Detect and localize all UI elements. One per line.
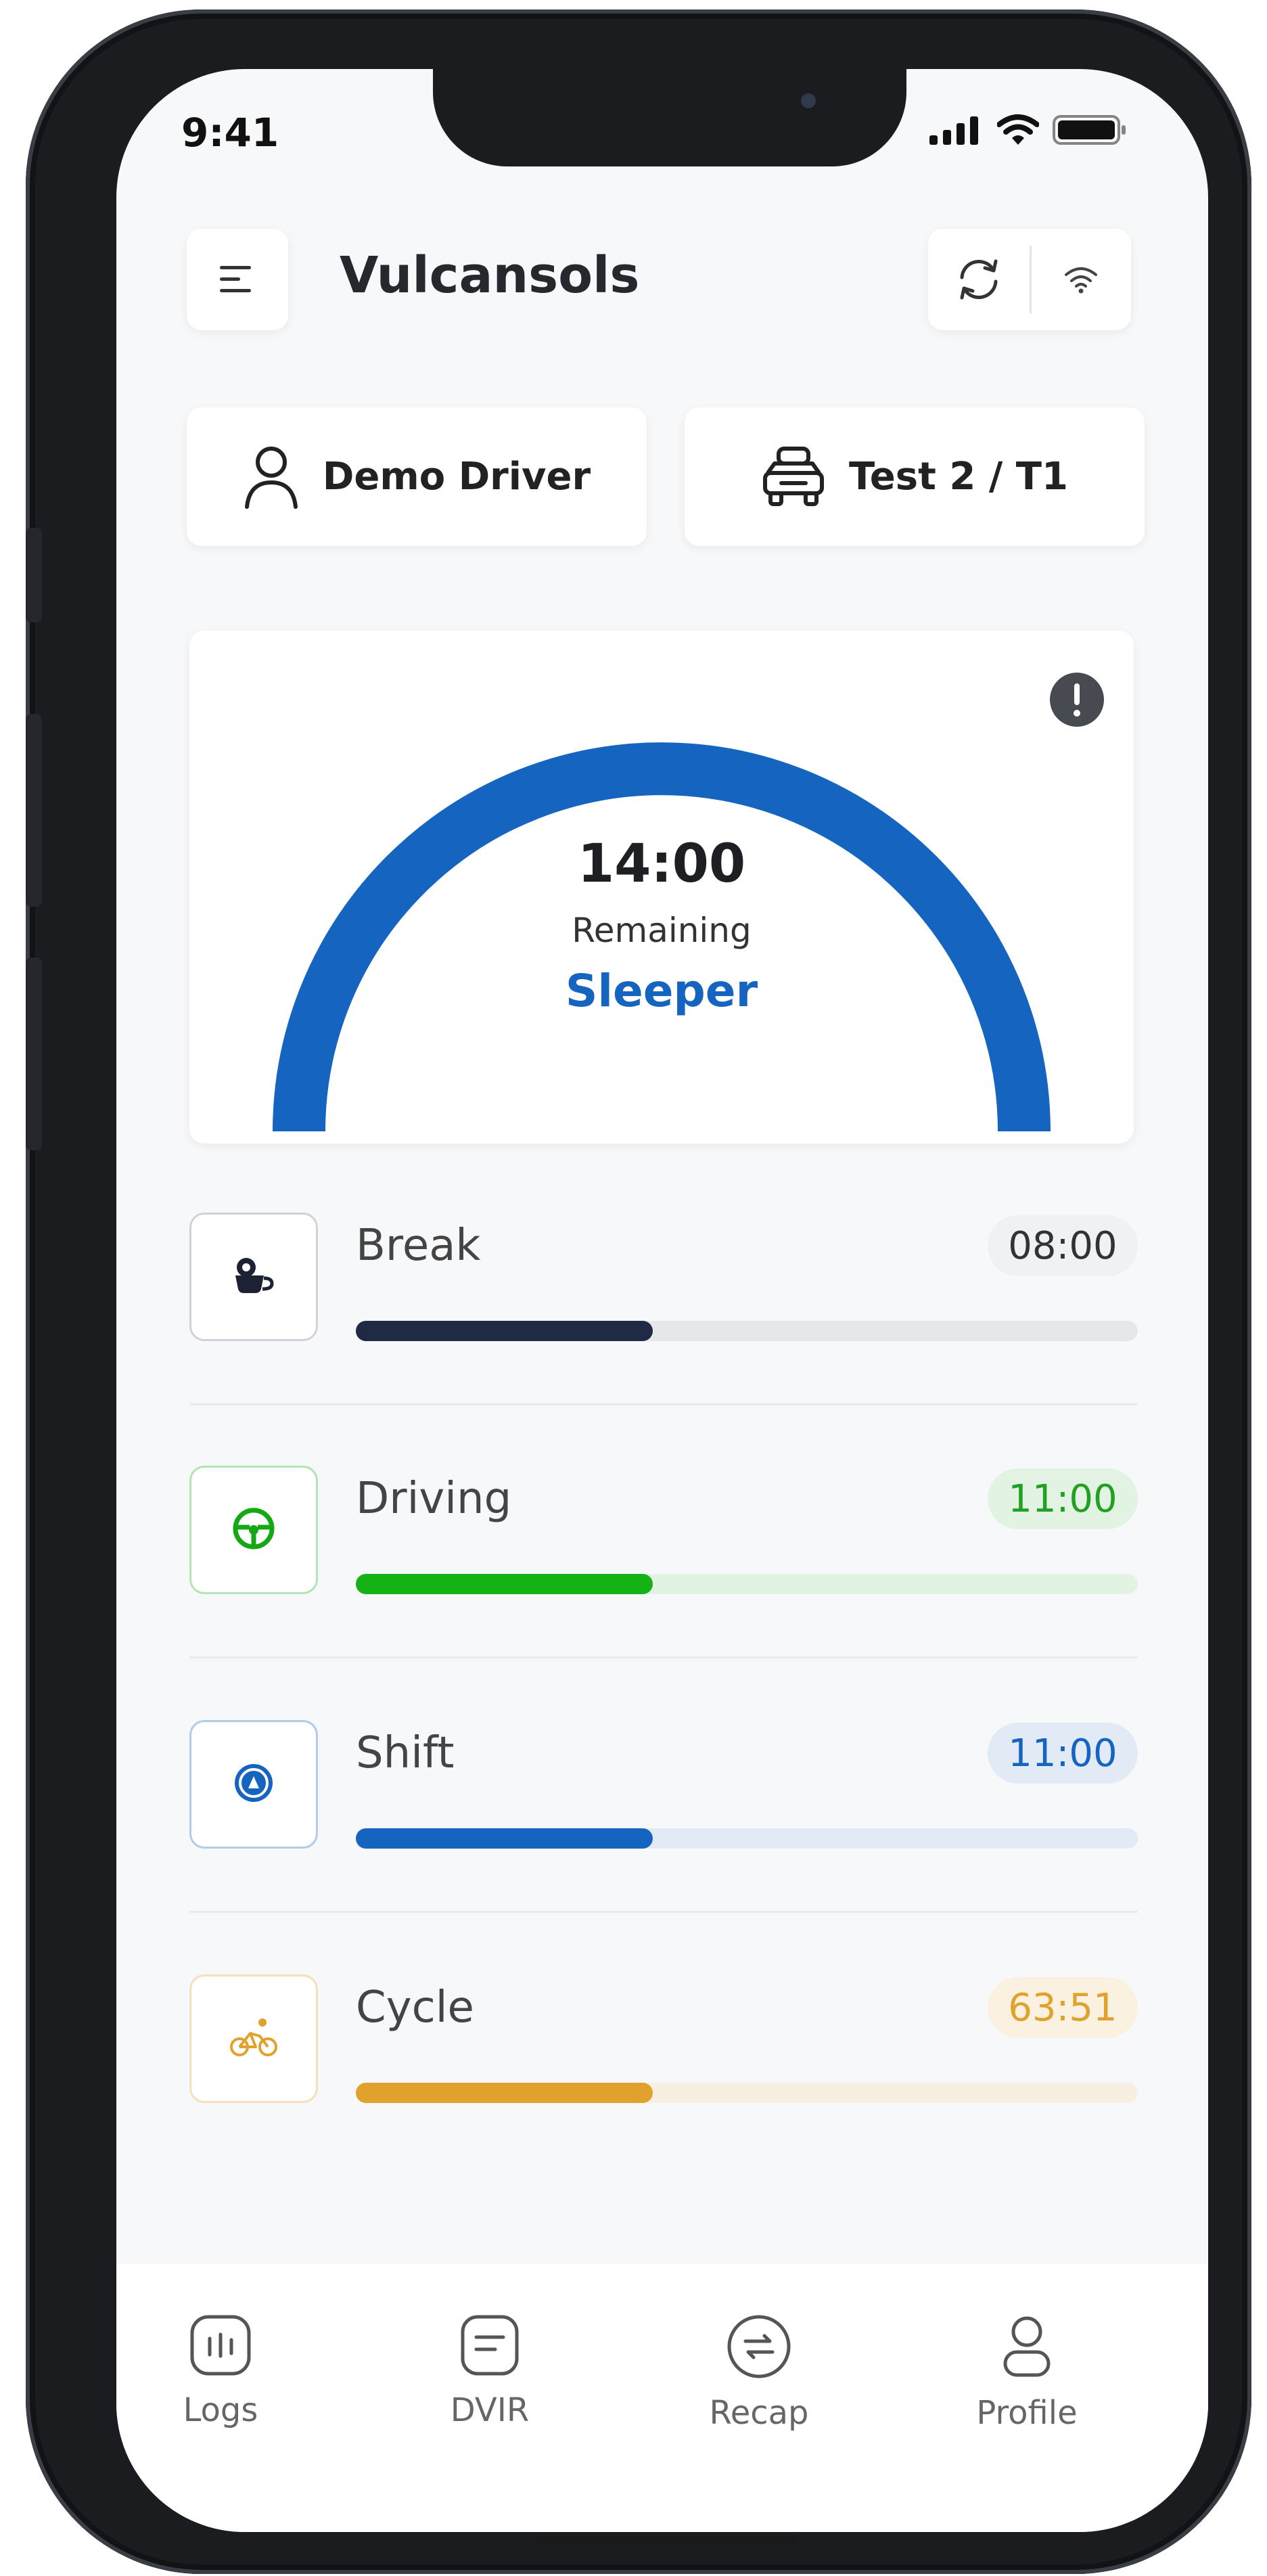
steering-wheel-icon bbox=[232, 1507, 275, 1553]
sync-button[interactable] bbox=[928, 229, 1030, 330]
tab-recap[interactable]: Recap bbox=[658, 2313, 860, 2432]
status-time: 9:41 bbox=[181, 110, 279, 156]
battery-icon bbox=[1053, 115, 1126, 145]
timer-value-badge: 08:00 bbox=[988, 1215, 1138, 1276]
driver-name: Demo Driver bbox=[322, 455, 591, 499]
signal-icon bbox=[929, 116, 978, 145]
tab-dvir-label: DVIR bbox=[450, 2391, 530, 2429]
timer-label: Driving bbox=[356, 1474, 512, 1524]
timer-progress-fill bbox=[356, 1828, 653, 1849]
gauge-arc bbox=[273, 742, 1051, 1132]
timer-progress-track bbox=[356, 1321, 1138, 1341]
menu-button[interactable] bbox=[187, 229, 288, 330]
hamburger-icon bbox=[220, 266, 251, 292]
connection-controls bbox=[928, 229, 1131, 330]
wifi-icon bbox=[997, 114, 1039, 145]
timer-label: Cycle bbox=[356, 1983, 474, 2033]
row-divider bbox=[189, 1403, 1138, 1405]
sync-icon bbox=[960, 259, 998, 300]
volume-down-button bbox=[26, 957, 42, 1150]
driver-selector[interactable]: Demo Driver bbox=[187, 407, 647, 546]
timer-progress-track bbox=[356, 2083, 1138, 2103]
status-icons bbox=[929, 114, 1127, 146]
home-indicator[interactable] bbox=[530, 2536, 798, 2544]
app-screen: 9:41 Vulcansols Demo Driver Test 2 / T1 … bbox=[116, 69, 1208, 2532]
timer-value-badge: 63:51 bbox=[988, 1977, 1138, 2038]
coffee-icon bbox=[230, 1255, 277, 1298]
connection-button[interactable] bbox=[1032, 229, 1130, 330]
vehicle-label: Test 2 / T1 bbox=[849, 455, 1068, 499]
timer-progress-fill bbox=[356, 1574, 653, 1594]
wifi-icon bbox=[1065, 267, 1097, 294]
tab-profile-label: Profile bbox=[976, 2394, 1078, 2432]
app-title: Vulcansols bbox=[340, 246, 640, 304]
duty-status: Sleeper bbox=[565, 965, 758, 1017]
tab-dvir[interactable]: DVIR bbox=[388, 2313, 591, 2429]
timer-icon-break bbox=[189, 1213, 318, 1341]
mute-switch bbox=[26, 528, 42, 623]
logs-icon bbox=[190, 2315, 251, 2376]
bottom-tab-bar: Logs DVIR Recap Profile bbox=[116, 2264, 1208, 2532]
gauge-remaining-label: Remaining bbox=[572, 911, 752, 950]
cyclist-icon bbox=[229, 2017, 279, 2060]
profile-icon bbox=[1003, 2316, 1051, 2377]
hours-gauge-card: 14:00 Remaining Sleeper bbox=[189, 631, 1134, 1144]
timer-label: Break bbox=[356, 1221, 481, 1271]
camera bbox=[801, 93, 816, 108]
dvir-icon bbox=[461, 2315, 519, 2376]
timer-progress-track bbox=[356, 1828, 1138, 1849]
shift-clock-icon bbox=[232, 1761, 275, 1807]
vehicle-selector[interactable]: Test 2 / T1 bbox=[685, 407, 1145, 546]
row-divider bbox=[189, 1656, 1138, 1658]
row-divider bbox=[189, 1911, 1138, 1913]
timer-value-badge: 11:00 bbox=[988, 1468, 1138, 1529]
timer-label: Shift bbox=[356, 1728, 455, 1778]
tab-profile[interactable]: Profile bbox=[925, 2313, 1128, 2432]
gauge-remaining-time: 14:00 bbox=[577, 834, 746, 895]
timer-icon-driving bbox=[189, 1466, 318, 1594]
timer-progress-fill bbox=[356, 1321, 653, 1341]
tab-recap-label: Recap bbox=[709, 2394, 809, 2432]
timer-value-badge: 11:00 bbox=[988, 1723, 1138, 1784]
tab-logs[interactable]: Logs bbox=[119, 2313, 322, 2429]
truck-icon bbox=[763, 446, 825, 506]
notch bbox=[433, 69, 906, 166]
timer-icon-shift bbox=[189, 1720, 318, 1849]
timer-icon-cycle bbox=[189, 1974, 318, 2103]
recap-icon bbox=[727, 2315, 791, 2378]
volume-up-button bbox=[26, 714, 42, 907]
timer-progress-fill bbox=[356, 2083, 653, 2103]
timer-progress-track bbox=[356, 1574, 1138, 1594]
tab-logs-label: Logs bbox=[183, 2391, 258, 2429]
user-icon bbox=[244, 446, 298, 509]
